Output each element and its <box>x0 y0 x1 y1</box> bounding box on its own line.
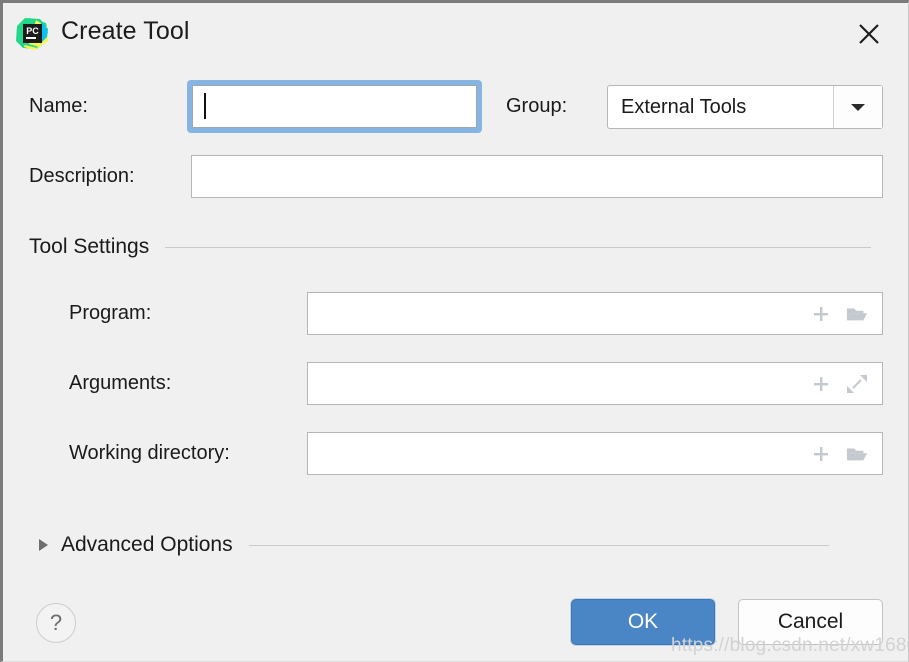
section-divider <box>248 544 829 546</box>
expand-icon[interactable] <box>846 373 868 395</box>
working-directory-input[interactable] <box>307 432 883 475</box>
triangle-right-icon[interactable] <box>39 539 48 551</box>
section-divider <box>165 246 872 248</box>
open-folder-icon[interactable] <box>846 443 868 465</box>
dialog-title: Create Tool <box>61 17 190 45</box>
ok-button[interactable]: OK <box>571 599 715 645</box>
group-selected-value: External Tools <box>621 95 747 118</box>
cancel-button[interactable]: Cancel <box>738 599 883 645</box>
working-directory-label: Working directory: <box>69 442 230 464</box>
svg-text:PC: PC <box>26 26 39 36</box>
help-button-label: ? <box>49 610 63 635</box>
plus-icon[interactable] <box>810 443 832 465</box>
cancel-button-label: Cancel <box>777 610 844 633</box>
program-label: Program: <box>69 302 152 324</box>
close-icon[interactable] <box>850 15 888 53</box>
advanced-options-section[interactable]: Advanced Options <box>39 533 885 557</box>
name-label: Name: <box>29 95 88 117</box>
description-label: Description: <box>29 165 135 187</box>
plus-icon[interactable] <box>810 303 832 325</box>
program-input[interactable] <box>307 292 883 335</box>
ok-button-label: OK <box>627 610 659 633</box>
pycharm-logo-icon: PC <box>15 17 49 51</box>
tool-settings-title: Tool Settings <box>29 235 150 258</box>
name-input[interactable] <box>187 80 482 133</box>
open-folder-icon[interactable] <box>846 303 868 325</box>
arguments-input[interactable] <box>307 362 883 405</box>
arguments-label: Arguments: <box>69 372 172 394</box>
dialog-titlebar: PC Create Tool <box>3 3 908 63</box>
create-tool-dialog: PC Create Tool Name: Group: External Too… <box>0 0 909 662</box>
advanced-options-label: Advanced Options <box>61 533 233 556</box>
group-label: Group: <box>506 95 568 117</box>
chevron-down-icon[interactable] <box>833 86 882 128</box>
description-input[interactable] <box>191 155 883 198</box>
text-caret <box>204 93 206 119</box>
tool-settings-section-header: Tool Settings <box>29 235 885 259</box>
help-button[interactable]: ? <box>36 603 76 643</box>
group-combobox[interactable]: External Tools <box>607 85 883 129</box>
plus-icon[interactable] <box>810 373 832 395</box>
